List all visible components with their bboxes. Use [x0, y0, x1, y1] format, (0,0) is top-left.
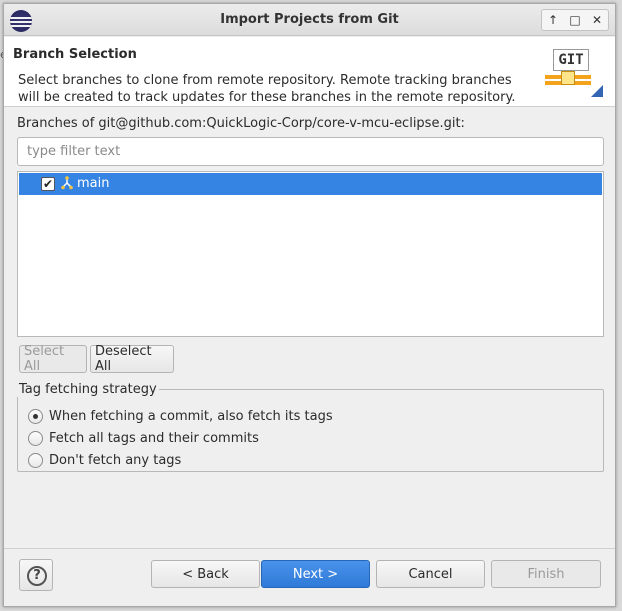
branch-icon — [61, 176, 73, 190]
window-title: Import Projects from Git — [220, 12, 399, 27]
branches-label: Branches of git@github.com:QuickLogic-Co… — [17, 116, 465, 131]
radio-label: When fetching a commit, also fetch its t… — [49, 409, 333, 424]
radio-label: Fetch all tags and their commits — [49, 431, 259, 446]
import-dialog: Import Projects from Git ↑ □ ✕ Branch Se… — [3, 3, 616, 607]
branch-name: main — [77, 176, 110, 191]
next-button[interactable]: Next > — [261, 560, 370, 588]
page-description: Select branches to clone from remote rep… — [18, 73, 516, 105]
git-logo-text: GIT — [553, 49, 589, 71]
tag-fetching-legend: Tag fetching strategy — [19, 382, 157, 397]
select-all-button[interactable]: Select All — [19, 344, 87, 374]
branch-checkbox[interactable]: ✔ — [41, 177, 55, 191]
tag-fetching-group: Tag fetching strategy When fetching a co… — [17, 382, 604, 472]
radio-fetch-all-tags[interactable]: Fetch all tags and their commits — [28, 431, 259, 446]
git-banner-icon: GIT — [545, 47, 603, 97]
radio-label: Don't fetch any tags — [49, 453, 182, 468]
page-title: Branch Selection — [13, 47, 137, 62]
radio-fetch-commit-tags[interactable]: When fetching a commit, also fetch its t… — [28, 409, 333, 424]
window-controls: ↑ □ ✕ — [541, 9, 609, 31]
branch-row-main[interactable]: ✔ main — [19, 173, 602, 195]
radio-button[interactable] — [28, 453, 43, 468]
close-icon[interactable]: ✕ — [587, 13, 607, 27]
footer-divider — [4, 548, 615, 549]
back-button[interactable]: < Back — [151, 560, 260, 588]
deselect-all-button[interactable]: Deselect All — [90, 344, 174, 374]
help-icon: ? — [27, 566, 47, 586]
wizard-header: Branch Selection Select branches to clon… — [4, 37, 615, 107]
cancel-button[interactable]: Cancel — [376, 560, 485, 588]
radio-no-tags[interactable]: Don't fetch any tags — [28, 453, 181, 468]
radio-button[interactable] — [28, 409, 43, 424]
radio-button[interactable] — [28, 431, 43, 446]
filter-input[interactable] — [17, 137, 604, 166]
maximize-icon[interactable]: □ — [565, 13, 585, 27]
title-bar[interactable]: Import Projects from Git ↑ □ ✕ — [4, 4, 615, 36]
finish-button[interactable]: Finish — [491, 560, 601, 588]
branch-list[interactable]: ✔ main — [17, 171, 604, 337]
pin-up-icon[interactable]: ↑ — [543, 13, 563, 27]
help-button[interactable]: ? — [19, 559, 53, 591]
